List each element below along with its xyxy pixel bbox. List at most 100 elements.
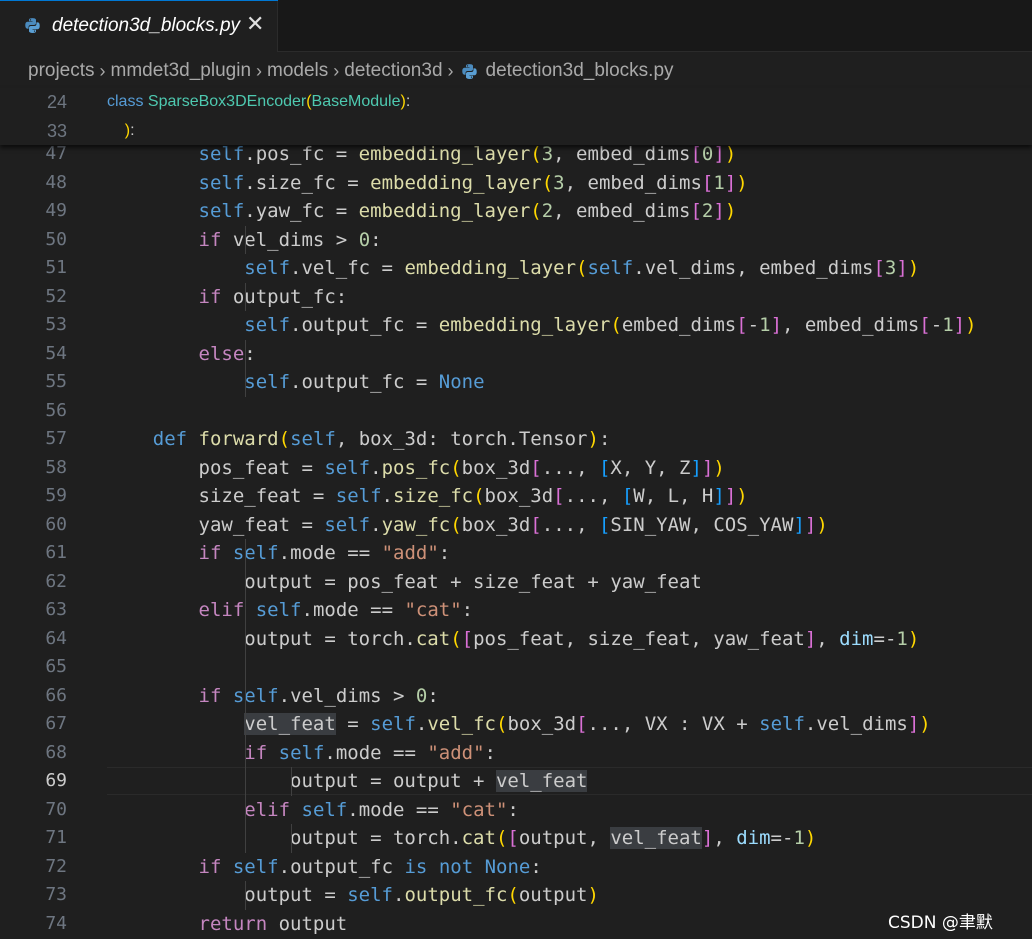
indent-guide — [291, 824, 292, 853]
code-text: return output — [198, 912, 348, 935]
line-number: 56 — [45, 399, 67, 421]
breadcrumb: projects › mmdet3d_plugin › models › det… — [28, 59, 674, 83]
code-text: output = torch.cat([output, vel_feat], d… — [107, 827, 817, 849]
line-number: 70 — [45, 798, 67, 820]
code-line[interactable]: 59 size_feat = self.size_fc(box_3d[..., … — [0, 482, 1032, 510]
tab-label: detection3d_blocks.py — [52, 15, 241, 36]
line-number: 71 — [45, 827, 67, 848]
code-line[interactable]: 68 if self.mode == "add": — [0, 739, 1032, 767]
code-line[interactable]: 71 output = torch.cat([output, vel_feat]… — [0, 824, 1032, 852]
line-number: 49 — [45, 200, 67, 221]
code-text: if self.mode == "add": — [198, 542, 451, 564]
line-number: 50 — [45, 228, 67, 250]
line-number: 24 — [46, 92, 67, 112]
code-text: self.yaw_fc = embedding_layer(2, embed_d… — [198, 200, 737, 222]
code-line[interactable]: 56 — [0, 397, 1032, 425]
watermark: CSDN @聿默 — [888, 913, 993, 933]
code-line[interactable]: 54 else: — [0, 340, 1032, 368]
code-text: self.vel_fc = embedding_layer(self.vel_d… — [244, 257, 920, 279]
code-line[interactable]: 62 output = pos_feat + size_feat + yaw_f… — [0, 568, 1032, 596]
breadcrumb-item-models[interactable]: models — [267, 60, 328, 82]
code-text: self.output_fc = None — [244, 371, 485, 393]
indent-guide — [245, 339, 246, 397]
code-text: self.size_fc = embedding_layer(3, embed_… — [198, 171, 748, 194]
line-number: 52 — [45, 285, 67, 307]
line-number: 57 — [45, 428, 67, 449]
line-number: 68 — [45, 741, 67, 763]
breadcrumb-item-detection3d[interactable]: detection3d — [344, 60, 442, 82]
code-line[interactable]: 61 if self.mode == "add": — [0, 539, 1032, 567]
code-line[interactable]: 53 self.output_fc = embedding_layer(embe… — [0, 311, 1032, 339]
code-line[interactable]: 70 elif self.mode == "cat": — [0, 796, 1032, 824]
code-text: pos_feat = self.pos_fc(box_3d[..., [X, Y… — [107, 456, 725, 479]
chevron-right-icon: › — [333, 60, 340, 81]
line-number: 60 — [45, 513, 67, 535]
indent-guide — [245, 881, 246, 910]
line-number: 74 — [45, 912, 67, 934]
code-text: else: — [198, 342, 256, 365]
code-line[interactable]: 57 def forward(self, box_3d: torch.Tenso… — [0, 425, 1032, 453]
line-number: 72 — [45, 855, 67, 877]
line-number: 67 — [45, 713, 67, 734]
tab-detection3d-blocks[interactable]: detection3d_blocks.py ✕ — [0, 0, 278, 52]
code-line[interactable]: 60 yaw_feat = self.yaw_fc(box_3d[..., [S… — [0, 511, 1032, 539]
line-number: 66 — [45, 684, 67, 706]
code-line[interactable]: 52 if output_fc: — [0, 283, 1032, 311]
active-tab-indicator — [0, 0, 278, 1]
code-text: self.output_fc = embedding_layer(embed_d… — [244, 314, 977, 336]
code-line[interactable]: 64 output = torch.cat([pos_feat, size_fe… — [0, 625, 1032, 653]
code-line[interactable]: 69 output = output + vel_feat — [0, 767, 1032, 795]
indent-guide — [245, 710, 246, 853]
code-line[interactable]: 58 pos_feat = self.pos_fc(box_3d[..., [X… — [0, 454, 1032, 482]
line-number: 65 — [45, 656, 67, 677]
code-line[interactable]: 63 elif self.mode == "cat": — [0, 596, 1032, 624]
sticky-line[interactable]: 24 class SparseBox3DEncoder(BaseModule): — [0, 88, 1032, 116]
python-file-icon — [25, 18, 40, 33]
code-line[interactable]: 51 self.vel_fc = embedding_layer(self.ve… — [0, 254, 1032, 282]
line-number: 53 — [45, 314, 67, 335]
code-text: output = output + vel_feat — [107, 770, 588, 792]
line-number: 61 — [45, 542, 67, 563]
chevron-right-icon: › — [447, 60, 454, 81]
code-text: elif self.mode == "cat": — [244, 798, 519, 821]
sticky-scroll-header[interactable]: 24 class SparseBox3DEncoder(BaseModule): 3… — [0, 88, 1032, 145]
code-line[interactable]: 55 self.output_fc = None — [0, 368, 1032, 396]
code-text: if output_fc: — [198, 285, 348, 308]
code-line[interactable]: 49 self.yaw_fc = embedding_layer(2, embe… — [0, 197, 1032, 225]
indent-guide — [291, 767, 292, 796]
code-text: yaw_feat = self.yaw_fc(box_3d[..., [SIN_… — [107, 513, 828, 536]
indent-guide — [245, 539, 246, 710]
code-line[interactable]: 73 output = self.output_fc(output) — [0, 881, 1032, 909]
code-text: output = pos_feat + size_feat + yaw_feat — [107, 570, 702, 593]
code-text: if self.mode == "add": — [244, 741, 496, 764]
code-line[interactable]: 72 if self.output_fc is not None: — [0, 853, 1032, 881]
code-text: if self.vel_dims > 0: — [198, 684, 439, 707]
breadcrumb-item-file[interactable]: detection3d_blocks.py — [486, 60, 674, 82]
code-text: ): — [124, 121, 135, 139]
line-number: 64 — [45, 627, 67, 649]
code-line[interactable]: 66 if self.vel_dims > 0: — [0, 682, 1032, 710]
code-line[interactable]: 74 return output — [0, 910, 1032, 938]
code-text: output = torch.cat([pos_feat, size_feat,… — [107, 627, 920, 650]
indent-guide — [245, 282, 246, 311]
code-line[interactable]: 65 — [0, 653, 1032, 681]
line-number: 69 — [45, 770, 67, 791]
line-number: 59 — [45, 485, 67, 506]
code-text: size_feat = self.size_fc(box_3d[..., [W,… — [107, 485, 748, 507]
line-number: 54 — [45, 342, 67, 364]
close-icon[interactable]: ✕ — [246, 13, 264, 35]
code-line[interactable]: 50 if vel_dims > 0: — [0, 226, 1032, 254]
breadcrumb-item-projects[interactable]: projects — [28, 60, 95, 82]
line-number: 63 — [45, 599, 67, 620]
line-number: 58 — [45, 456, 67, 478]
code-text: vel_feat = self.vel_fc(box_3d[..., VX : … — [244, 713, 931, 735]
code-editor[interactable]: 47 self.pos_fc = embedding_layer(3, embe… — [0, 88, 1032, 939]
code-text: class SparseBox3DEncoder(BaseModule): — [107, 93, 411, 110]
code-text: elif self.mode == "cat": — [198, 599, 474, 621]
line-number: 48 — [45, 171, 67, 193]
code-line[interactable]: 67 vel_feat = self.vel_fc(box_3d[..., VX… — [0, 710, 1032, 738]
code-line[interactable]: 48 self.size_fc = embedding_layer(3, emb… — [0, 169, 1032, 197]
sticky-line[interactable]: 33 ): — [0, 117, 1032, 145]
breadcrumb-item-mmdet3d-plugin[interactable]: mmdet3d_plugin — [111, 60, 251, 82]
line-number: 62 — [45, 570, 67, 592]
